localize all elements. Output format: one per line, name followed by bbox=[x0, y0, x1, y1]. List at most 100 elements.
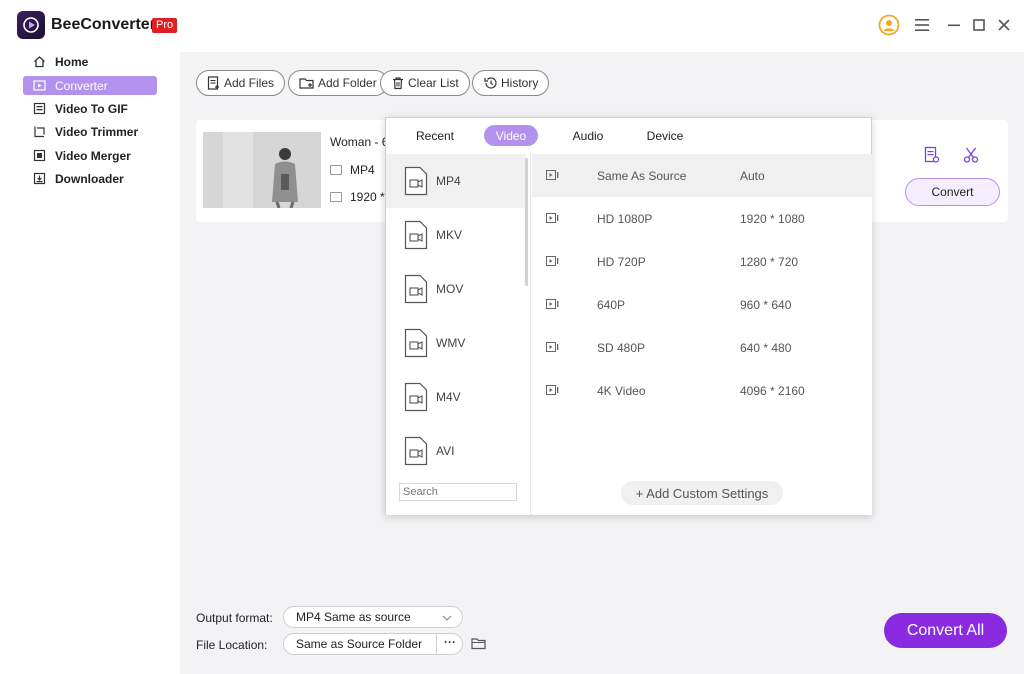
edit-settings-icon[interactable] bbox=[924, 146, 940, 169]
add-files-icon bbox=[207, 76, 219, 90]
preset-row-sd-480p[interactable]: SD 480P 640 * 480 bbox=[532, 326, 872, 369]
format-item-mov[interactable]: MOV bbox=[386, 262, 526, 316]
app-title: BeeConverter bbox=[51, 16, 156, 33]
file-location-field[interactable]: Same as Source Folder ··· bbox=[283, 633, 463, 655]
tab-video[interactable]: Video bbox=[484, 125, 538, 146]
preset-row-hd-720p[interactable]: HD 720P 1280 * 720 bbox=[532, 240, 872, 283]
video-preset-icon bbox=[546, 299, 559, 309]
pro-badge: Pro bbox=[152, 18, 178, 33]
minimize-icon[interactable] bbox=[943, 14, 965, 36]
sidebar-item-video-trimmer[interactable]: Video Trimmer bbox=[23, 122, 157, 141]
sidebar-item-label: Video Merger bbox=[55, 148, 131, 163]
preset-size: 1920 * 1080 bbox=[740, 211, 805, 226]
format-search-input[interactable] bbox=[399, 483, 517, 501]
sidebar-item-home[interactable]: Home bbox=[23, 52, 157, 71]
video-preset-icon bbox=[546, 385, 559, 395]
sidebar-item-video-to-gif[interactable]: Video To GIF bbox=[23, 99, 157, 118]
title-bar: BeeConverter Pro bbox=[0, 0, 1024, 52]
tab-audio[interactable]: Audio bbox=[562, 125, 614, 146]
format-label: AVI bbox=[436, 444, 455, 458]
format-item-wmv[interactable]: WMV bbox=[386, 316, 526, 370]
format-item-m4v[interactable]: M4V bbox=[386, 370, 526, 424]
history-button[interactable]: History bbox=[472, 70, 550, 96]
chevron-down-icon bbox=[442, 615, 452, 621]
preset-list: Same As Source Auto HD 1080P 1920 * 1080… bbox=[532, 154, 872, 515]
preset-name: 640P bbox=[597, 297, 626, 312]
maximize-icon[interactable] bbox=[968, 14, 990, 36]
video-file-icon bbox=[404, 436, 428, 466]
scissors-icon[interactable] bbox=[963, 146, 979, 169]
video-preset-icon bbox=[546, 342, 559, 352]
browse-more-button[interactable]: ··· bbox=[444, 635, 456, 649]
format-label: MP4 bbox=[436, 174, 461, 188]
add-files-label: Add Files bbox=[224, 76, 275, 90]
app-logo bbox=[17, 11, 45, 39]
open-folder-icon[interactable] bbox=[471, 636, 487, 655]
clear-list-button[interactable]: Clear List bbox=[380, 70, 470, 96]
video-preset-icon bbox=[546, 213, 559, 223]
preset-row-hd-1080p[interactable]: HD 1080P 1920 * 1080 bbox=[532, 197, 872, 240]
add-folder-button[interactable]: Add Folder bbox=[288, 70, 388, 96]
trash-icon bbox=[393, 77, 403, 90]
tab-recent[interactable]: Recent bbox=[406, 125, 464, 146]
gif-icon bbox=[33, 102, 46, 115]
format-label: MKV bbox=[436, 228, 463, 242]
tab-device[interactable]: Device bbox=[638, 125, 692, 146]
download-icon bbox=[33, 172, 46, 185]
add-custom-settings-button[interactable]: + Add Custom Settings bbox=[621, 481, 783, 505]
file-name: Woman - 6 bbox=[330, 135, 389, 149]
sidebar-item-label: Video Trimmer bbox=[55, 124, 139, 139]
format-item-avi[interactable]: AVI bbox=[386, 424, 526, 478]
format-label: MOV bbox=[436, 282, 464, 296]
format-item-mkv[interactable]: MKV bbox=[386, 208, 526, 262]
menu-icon[interactable] bbox=[911, 14, 933, 36]
preset-row-same-as-source[interactable]: Same As Source Auto bbox=[532, 154, 872, 197]
preset-row-4k-video[interactable]: 4K Video 4096 * 2160 bbox=[532, 369, 872, 412]
video-thumbnail[interactable] bbox=[203, 132, 321, 208]
preset-name: HD 720P bbox=[597, 254, 646, 269]
home-icon bbox=[33, 55, 46, 68]
preset-size: 960 * 640 bbox=[740, 297, 792, 312]
close-icon[interactable] bbox=[993, 14, 1015, 36]
sidebar-item-label: Downloader bbox=[55, 171, 124, 186]
format-item-mp4[interactable]: MP4 bbox=[386, 154, 526, 208]
video-file-icon bbox=[404, 220, 428, 250]
add-folder-icon bbox=[299, 78, 314, 89]
convert-button[interactable]: Convert bbox=[905, 178, 1000, 206]
sidebar-item-label: Home bbox=[55, 54, 89, 69]
preset-size: 1280 * 720 bbox=[740, 254, 799, 269]
sidebar-item-video-merger[interactable]: Video Merger bbox=[23, 146, 157, 165]
sidebar-item-label: Video To GIF bbox=[55, 101, 128, 116]
output-format-value: MP4 Same as source bbox=[296, 610, 411, 624]
preset-row-640p[interactable]: 640P 960 * 640 bbox=[532, 283, 872, 326]
sidebar-item-downloader[interactable]: Downloader bbox=[23, 169, 157, 188]
convert-all-button[interactable]: Convert All bbox=[884, 613, 1007, 648]
file-format: MP4 bbox=[330, 163, 375, 177]
sidebar-item-converter[interactable]: Converter bbox=[23, 76, 157, 95]
format-popup: Recent Video Audio Device MP4 MKV MOV WM… bbox=[385, 117, 872, 515]
output-format-label: Output format: bbox=[196, 611, 273, 625]
field-divider bbox=[436, 634, 437, 654]
add-files-button[interactable]: Add Files bbox=[196, 70, 286, 96]
sidebar-item-label: Converter bbox=[55, 78, 108, 93]
merge-icon bbox=[33, 149, 46, 162]
preset-size: 640 * 480 bbox=[740, 340, 792, 355]
format-list-scrollbar[interactable] bbox=[525, 158, 528, 286]
file-location-label: File Location: bbox=[196, 638, 268, 652]
converter-icon bbox=[33, 79, 46, 92]
video-file-icon bbox=[404, 274, 428, 304]
file-resolution: 1920 * bbox=[330, 190, 385, 204]
output-format-select[interactable]: MP4 Same as source bbox=[283, 606, 463, 628]
video-preset-icon bbox=[546, 170, 559, 180]
preset-size: 4096 * 2160 bbox=[740, 383, 805, 398]
history-icon bbox=[484, 77, 497, 89]
file-location-value: Same as Source Folder bbox=[296, 637, 423, 651]
preset-name: 4K Video bbox=[597, 383, 646, 398]
format-label: WMV bbox=[436, 336, 466, 350]
video-file-icon bbox=[404, 328, 428, 358]
trim-icon bbox=[33, 125, 46, 138]
preset-name: Same As Source bbox=[597, 168, 687, 183]
file-format-value: MP4 bbox=[350, 163, 375, 177]
user-icon[interactable] bbox=[878, 14, 900, 36]
video-file-icon bbox=[404, 382, 428, 412]
